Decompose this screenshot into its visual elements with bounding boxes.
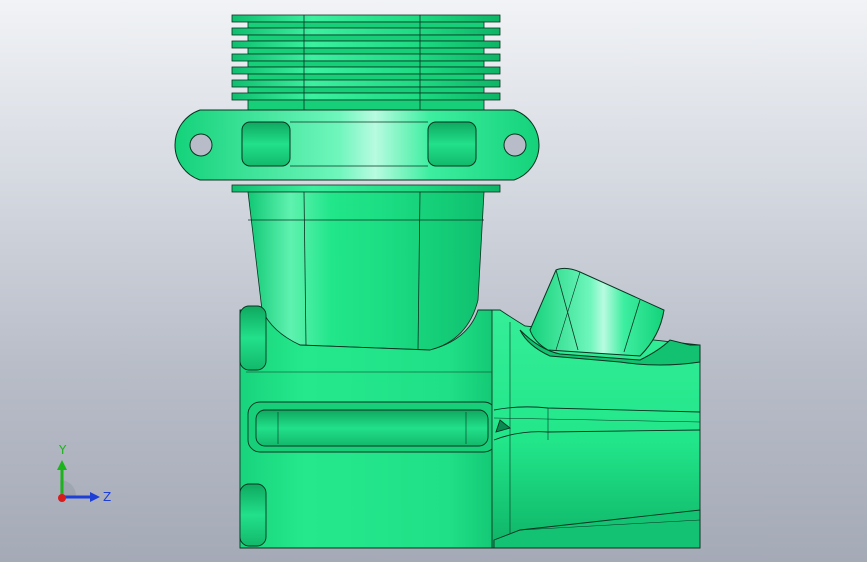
boss-upper-left <box>239 305 267 371</box>
mounting-flange <box>174 109 540 181</box>
mount-hole-left <box>189 133 213 157</box>
cooling-fins <box>231 14 501 113</box>
exhaust-port-left <box>241 121 291 167</box>
boss-lower-left <box>239 483 267 547</box>
exhaust-port-right <box>427 121 477 167</box>
intake-stub <box>519 267 701 366</box>
engine-crankcase-model[interactable] <box>0 0 867 562</box>
mount-hole-right <box>503 133 527 157</box>
y-axis-label: Y <box>58 443 67 457</box>
triad-origin <box>58 494 66 502</box>
z-axis-arrow-icon <box>90 492 100 502</box>
y-axis-arrow-icon <box>57 460 67 470</box>
z-axis-label: Z <box>103 490 111 504</box>
graphics-viewport[interactable]: Y Z <box>0 0 867 562</box>
orientation-triad: Y Z <box>57 443 111 504</box>
